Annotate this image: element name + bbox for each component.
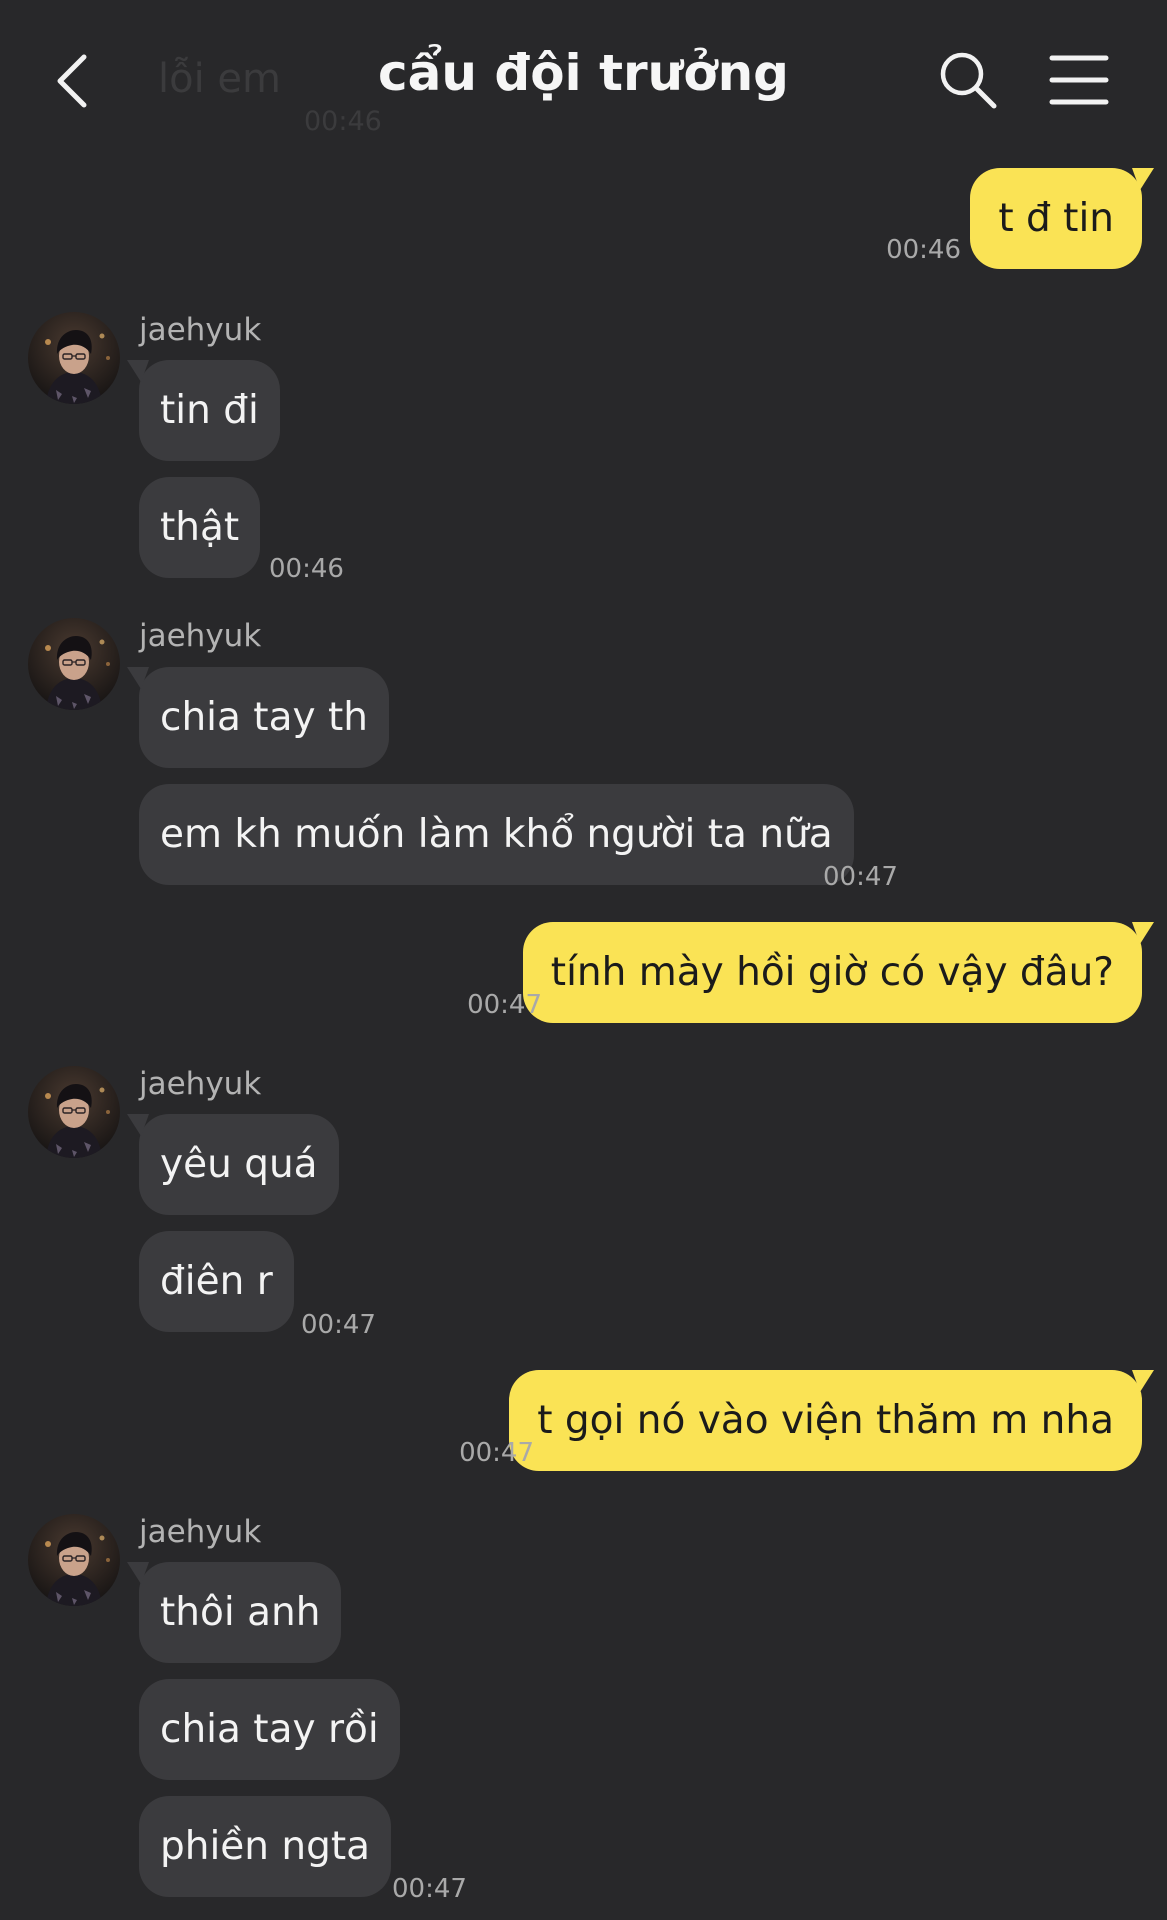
outgoing-message-bubble[interactable]: t đ tin <box>970 168 1154 269</box>
message-text: thật <box>160 505 240 550</box>
incoming-message-bubble[interactable]: yêu quá <box>127 1114 339 1215</box>
outgoing-message-bubble[interactable]: tính mày hồi giờ có vậy đâu? <box>522 922 1154 1023</box>
outgoing-message-bubble[interactable]: t gọi nó vào viện thăm m nha <box>509 1370 1154 1471</box>
search-button[interactable] <box>936 48 1000 112</box>
avatar[interactable] <box>28 312 120 404</box>
message-text: t gọi nó vào viện thăm m nha <box>537 1398 1114 1443</box>
bubble-tail <box>127 1114 149 1136</box>
message-text: em kh muốn làm khổ người ta nữa <box>160 812 833 857</box>
incoming-message-bubble[interactable]: tin đi <box>127 360 280 461</box>
message-time: 00:47 <box>301 1310 376 1340</box>
sender-name[interactable]: jaehyuk <box>139 618 261 654</box>
message-time: 00:47 <box>823 862 898 892</box>
message-text: phiền ngta <box>160 1824 371 1869</box>
message-text: chia tay th <box>160 695 368 740</box>
message-time: 00:47 <box>459 1438 534 1468</box>
message-time: 00:47 <box>467 990 542 1020</box>
incoming-message-bubble[interactable]: thật <box>139 477 261 578</box>
avatar[interactable] <box>28 1066 120 1158</box>
message-time: 00:46 <box>886 235 961 265</box>
sender-name[interactable]: jaehyuk <box>139 1066 261 1102</box>
message-text: yêu quá <box>160 1142 318 1187</box>
avatar[interactable] <box>28 1514 120 1606</box>
sender-name[interactable]: jaehyuk <box>139 312 261 348</box>
bubble-tail <box>1132 922 1154 944</box>
message-text: chia tay rồi <box>160 1707 379 1752</box>
avatar[interactable] <box>28 618 120 710</box>
bubble-tail <box>1132 1370 1154 1392</box>
incoming-message-bubble[interactable]: chia tay th <box>127 667 389 768</box>
bubble-tail <box>1132 168 1154 190</box>
message-time: 00:47 <box>392 1874 467 1904</box>
message-text: thôi anh <box>160 1590 321 1635</box>
bubble-tail <box>127 1562 149 1584</box>
incoming-message-bubble[interactable]: em kh muốn làm khổ người ta nữa <box>139 784 854 885</box>
message-text: t đ tin <box>998 196 1114 241</box>
incoming-message-bubble[interactable]: điên r <box>139 1231 294 1332</box>
message-time: 00:46 <box>269 554 344 584</box>
bubble-tail <box>127 360 149 382</box>
menu-icon <box>1049 55 1109 105</box>
scrolled-message-time: 00:46 <box>304 106 382 137</box>
bubble-tail <box>127 667 149 689</box>
incoming-message-bubble[interactable]: phiền ngta <box>139 1796 392 1897</box>
message-text: tin đi <box>160 388 259 433</box>
chat-header: lỗi em 00:46 cẩu đội trưởng <box>0 0 1167 150</box>
menu-button[interactable] <box>1048 50 1110 110</box>
incoming-message-bubble[interactable]: chia tay rồi <box>139 1679 400 1780</box>
incoming-message-bubble[interactable]: thôi anh <box>127 1562 342 1663</box>
sender-name[interactable]: jaehyuk <box>139 1514 261 1550</box>
message-text: điên r <box>160 1259 273 1304</box>
search-icon <box>940 52 997 109</box>
message-text: tính mày hồi giờ có vậy đâu? <box>550 950 1114 995</box>
